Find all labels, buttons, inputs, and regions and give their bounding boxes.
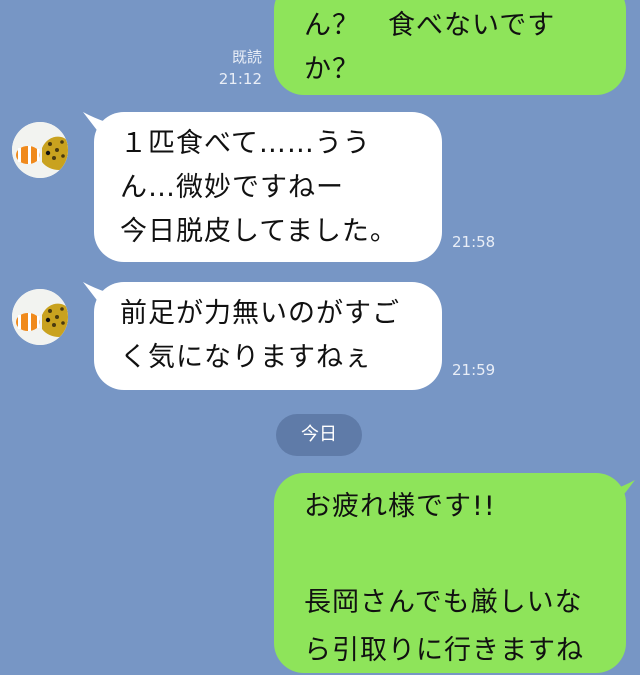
message-time: 21:59 <box>452 361 496 379</box>
message-line: １匹食べて……うう <box>120 128 371 159</box>
message-line: お疲れ様です!! <box>304 491 496 522</box>
avatar[interactable] <box>12 289 68 345</box>
outgoing-message-bubble[interactable]: ん？ 食べないです か？ <box>274 0 626 95</box>
message-line <box>304 531 626 579</box>
bubble-tail <box>612 480 635 510</box>
incoming-message-bubble[interactable]: 前足が力無いのがすご く気になりますねぇ <box>94 282 442 390</box>
message-line: か？ <box>304 54 360 85</box>
message-line: 今日脱皮してました。 <box>120 216 398 247</box>
gecko-fish-avatar-icon <box>12 122 68 178</box>
incoming-message-bubble[interactable]: １匹食べて……うう ん…微妙ですねー 今日脱皮してました。 <box>94 112 442 262</box>
message-line: く気になりますねぇ <box>120 342 372 373</box>
message-line: ん…微妙ですねー <box>120 172 344 203</box>
message-line: ん？ 食べないです <box>304 10 556 41</box>
avatar[interactable] <box>12 122 68 178</box>
message-meta: 既読 21:12 <box>200 46 262 90</box>
message-line: 長岡さんでも厳しいな <box>304 587 583 618</box>
date-separator: 今日 <box>276 414 362 456</box>
message-time: 21:12 <box>218 70 262 88</box>
outgoing-message-bubble[interactable]: お疲れ様です!! 長岡さんでも厳しいな ら引取りに行きますね <box>274 473 626 673</box>
gecko-fish-avatar-icon <box>12 289 68 345</box>
message-time: 21:58 <box>452 233 496 251</box>
message-line: 前足が力無いのがすご <box>120 298 400 329</box>
message-line: ら引取りに行きますね <box>304 635 584 666</box>
read-receipt: 既読 <box>231 48 262 66</box>
